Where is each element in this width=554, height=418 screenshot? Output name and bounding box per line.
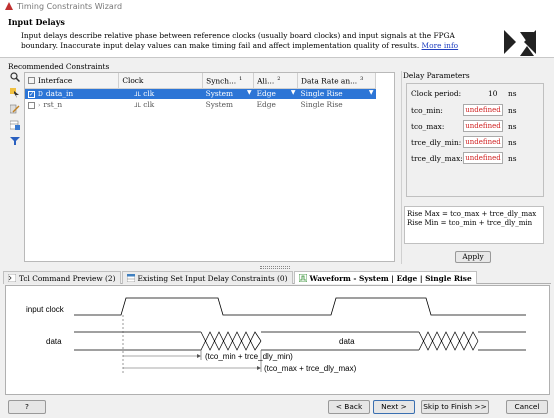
page-description: Input delays describe relative phase bet…	[21, 31, 459, 50]
apply-button[interactable]: Apply	[455, 251, 491, 263]
delay-parameters-title: Delay Parameters	[403, 71, 470, 80]
filter-table-icon[interactable]	[9, 119, 21, 131]
tab-tcl-command-preview[interactable]: Tcl Command Preview (2)	[3, 271, 121, 284]
input-port-icon: ›	[38, 102, 41, 109]
cancel-button[interactable]: Cancel	[506, 400, 548, 414]
table-header-row: Interface Clock Synch... 1 Ali... 2 Data R…	[25, 73, 376, 89]
waveform-panel: input clock data data (tco_min + trce_dl…	[5, 285, 550, 395]
clock-period-label: Clock period:	[411, 89, 462, 98]
page-header: Input Delays Input delays describe relat…	[0, 12, 554, 58]
rate-cell: Single Rise	[300, 100, 343, 109]
delay-parameters-box: Clock period: 10 ns tco_min: undefined n…	[406, 83, 544, 197]
app-icon	[5, 2, 13, 10]
constraints-table: Interface Clock Synch... 1 Ali... 2 Data R…	[24, 72, 395, 262]
tco-max-unit: ns	[508, 122, 517, 131]
clock-icon: ᒧᒪ	[133, 102, 141, 109]
column-clock[interactable]: Clock	[118, 73, 204, 89]
wizard-button-bar: ? < Back Next > Skip to Finish >> Cancel	[0, 397, 554, 418]
chevron-down-icon[interactable]: ▼	[247, 89, 252, 96]
select-all-checkbox[interactable]	[28, 77, 35, 85]
data-transition-hatch-2	[418, 331, 479, 351]
trce-dly-max-label: trce_dly_max:	[411, 154, 463, 163]
tco-max-label: tco_max:	[411, 122, 445, 131]
chevron-down-icon[interactable]: ▼	[369, 89, 374, 96]
select-cursor-icon[interactable]	[9, 87, 21, 99]
data-transition-hatch-1	[200, 331, 262, 351]
table-icon	[126, 274, 135, 282]
trce-dly-max-field[interactable]: undefined	[463, 152, 503, 164]
tco-min-field[interactable]: undefined	[463, 104, 503, 116]
tab-existing-constraints[interactable]: Existing Set Input Delay Constraints (0)	[121, 271, 293, 284]
tco-min-label: tco_min:	[411, 106, 443, 115]
input-port-icon: D	[38, 91, 43, 99]
xilinx-logo	[504, 30, 536, 56]
data-wave	[74, 331, 526, 351]
delay-formula-box: Rise Max = tco_max + trce_dly_max Rise M…	[404, 206, 544, 244]
sync-cell: System	[205, 89, 234, 99]
clock-cell: clk	[143, 100, 155, 109]
chevron-down-icon[interactable]: ▼	[291, 89, 296, 96]
splitter-handle[interactable]	[260, 266, 290, 269]
skip-to-finish-button[interactable]: Skip to Finish >>	[421, 400, 489, 414]
tab-waveform[interactable]: Waveform - System | Edge | Single Rise	[293, 271, 477, 284]
data-label: data	[46, 337, 62, 346]
page-title: Input Delays	[8, 17, 65, 27]
tco-max-field[interactable]: undefined	[463, 120, 503, 132]
next-button[interactable]: Next >	[373, 400, 415, 414]
waveform-icon	[298, 274, 307, 282]
table-row[interactable]: › rst_n ᒧᒪ clk System Edge Single Rise	[25, 99, 376, 110]
tcl-icon	[8, 274, 16, 282]
waveform-diagram: input clock data data (tco_min + trce_dl…	[26, 297, 526, 374]
more-info-link[interactable]: More info	[422, 41, 459, 50]
row-checkbox[interactable]: ✓	[28, 90, 35, 98]
data-value-label: data	[339, 337, 355, 346]
window-title: Timing Constraints Wizard	[17, 1, 123, 11]
interface-cell: rst_n	[43, 100, 63, 109]
input-clock-label: input clock	[26, 305, 65, 314]
clock-icon: ᒧᒪ	[133, 91, 141, 99]
title-bar: Timing Constraints Wizard	[0, 0, 554, 12]
formula-rise-min: Rise Min = tco_min + trce_dly_min	[407, 219, 533, 227]
input-clock-wave	[74, 297, 526, 316]
trce-dly-max-unit: ns	[508, 154, 517, 163]
row-checkbox[interactable]	[28, 101, 35, 109]
column-interface[interactable]: Interface	[25, 73, 120, 89]
formula-rise-max: Rise Max = tco_max + trce_dly_max	[407, 210, 537, 218]
clock-period-unit: ns	[508, 89, 517, 98]
min-delay-annotation: (tco_min + trce_dly_min)	[205, 352, 293, 361]
trce-dly-min-label: trce_dly_min:	[411, 138, 462, 147]
clock-period-value: 10	[488, 89, 498, 98]
recommended-constraints-label: Recommended Constraints	[8, 62, 110, 71]
column-alignment[interactable]: Ali... 2	[253, 73, 299, 89]
column-synchronous[interactable]: Synch... 1	[202, 73, 255, 89]
align-cell: Edge	[256, 100, 276, 109]
tco-min-unit: ns	[508, 106, 517, 115]
edit-icon[interactable]	[9, 103, 21, 115]
max-delay-annotation: (tco_max + trce_dly_max)	[264, 364, 357, 373]
table-row[interactable]: ✓ Ddata_in ᒧᒪ clk System ▼ Edge ▼ Single Ri…	[25, 88, 376, 99]
column-data-rate[interactable]: Data Rate an... 3	[297, 73, 376, 89]
align-cell: Edge	[256, 89, 276, 99]
help-button[interactable]: ?	[8, 400, 46, 414]
search-icon[interactable]	[9, 71, 21, 83]
bottom-tabs: Tcl Command Preview (2) Existing Set Inp…	[3, 271, 551, 284]
trce-dly-min-field[interactable]: undefined	[463, 136, 503, 148]
constraint-toolbar	[9, 71, 23, 151]
filter-icon[interactable]	[9, 135, 21, 147]
trce-dly-min-unit: ns	[508, 138, 517, 147]
sync-cell: System	[205, 100, 234, 109]
clock-cell: clk	[143, 89, 155, 99]
rate-cell: Single Rise	[300, 89, 343, 99]
interface-cell: data_in	[45, 89, 74, 99]
back-button[interactable]: < Back	[328, 400, 370, 414]
